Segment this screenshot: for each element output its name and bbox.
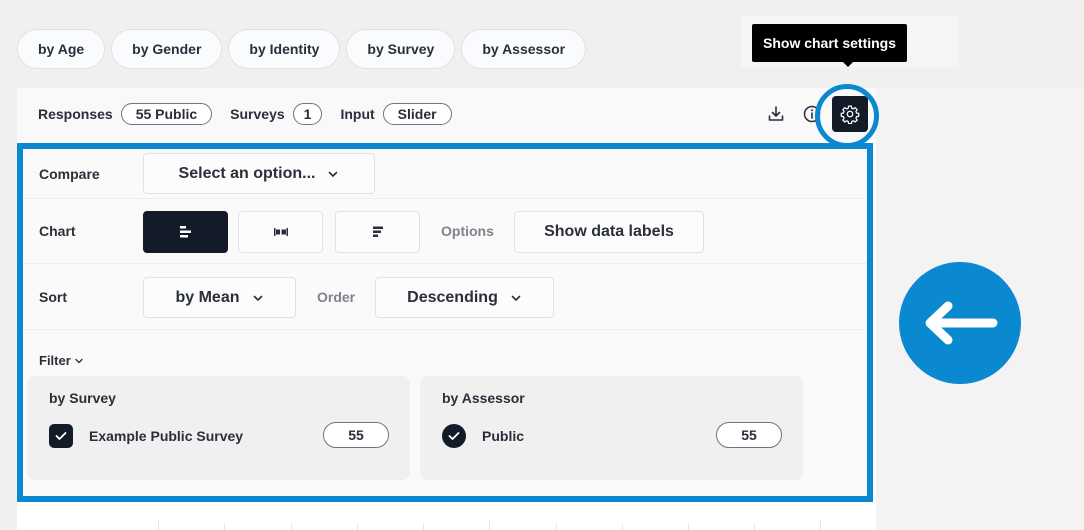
chart-axis-partial — [17, 508, 876, 530]
chevron-down-icon — [329, 171, 338, 177]
axis-tick — [688, 524, 689, 530]
filter-card-assessor: by Assessor Public 55 — [420, 376, 803, 480]
axis-tick — [820, 520, 821, 530]
download-button[interactable] — [762, 100, 790, 128]
filter-option[interactable]: Example Public Survey — [49, 424, 243, 448]
back-arrow-annotation — [899, 262, 1021, 384]
tooltip-arrow — [843, 62, 853, 67]
chart-type-bar-button[interactable] — [143, 211, 228, 253]
chevron-down-icon — [75, 358, 83, 363]
compare-select[interactable]: Select an option... — [143, 153, 375, 194]
responses-badge: 55 Public — [120, 103, 213, 125]
chart-label: Chart — [39, 223, 76, 239]
filter-option-label: Public — [482, 428, 525, 444]
axis-tick — [224, 524, 225, 530]
chart-row: Chart Options Show data labels — [23, 199, 867, 264]
range-chart-icon — [273, 228, 288, 236]
input-badge: Slider — [382, 103, 452, 125]
axis-tick — [423, 524, 424, 530]
axis-tick — [489, 520, 490, 530]
show-data-labels-label: Show data labels — [544, 223, 674, 240]
chevron-down-icon — [253, 295, 262, 301]
tab-by-survey[interactable]: by Survey — [346, 29, 456, 69]
chart-type-stacked-button[interactable] — [335, 211, 420, 253]
compare-row: Compare Select an option... — [23, 149, 867, 199]
filter-option-count: 55 — [323, 422, 389, 448]
order-label: Order — [317, 288, 356, 305]
axis-tick — [754, 524, 755, 530]
tab-by-identity[interactable]: by Identity — [228, 29, 341, 69]
settings-highlight-ring — [815, 84, 879, 148]
filter-card-title: by Assessor — [442, 390, 525, 406]
arrow-left-icon — [925, 301, 998, 345]
filter-option-label: Example Public Survey — [89, 428, 244, 444]
surveys-badge: 1 — [292, 103, 323, 125]
filter-option[interactable]: Public — [442, 424, 524, 448]
check-icon — [448, 432, 460, 440]
filter-card-title: by Survey — [49, 390, 116, 406]
compare-label: Compare — [39, 165, 100, 182]
options-label: Options — [441, 223, 494, 239]
filter-toggle[interactable]: Filter — [39, 353, 84, 368]
filter-option-count: 55 — [716, 422, 782, 448]
order-select[interactable]: Descending — [375, 277, 554, 318]
chart-type-range-button[interactable] — [238, 211, 323, 253]
tab-by-assessor[interactable]: by Assessor — [461, 29, 587, 69]
input-label: Input — [340, 106, 375, 122]
sort-select[interactable]: by Mean — [143, 277, 296, 318]
download-icon — [768, 106, 784, 121]
checkbox-checked[interactable] — [49, 424, 73, 448]
chevron-down-icon — [511, 295, 521, 301]
check-icon — [55, 432, 67, 440]
axis-tick — [556, 524, 557, 530]
summary-bar: Responses 55 Public Surveys 1 Input Slid… — [17, 88, 876, 140]
tab-by-gender[interactable]: by Gender — [111, 29, 223, 69]
axis-tick — [357, 524, 358, 530]
chart-settings-panel: Compare Select an option... Chart Option… — [17, 143, 873, 502]
axis-tick — [291, 524, 292, 530]
stacked-chart-icon — [372, 226, 383, 237]
page: by Age by Gender by Identity by Survey b… — [0, 0, 1084, 530]
show-data-labels-button[interactable]: Show data labels — [514, 211, 704, 253]
tab-by-age[interactable]: by Age — [17, 29, 106, 69]
bar-chart-icon — [179, 226, 191, 238]
order-select-value: Descending — [407, 288, 498, 306]
tooltip: Show chart settings — [752, 24, 908, 62]
axis-tick — [158, 520, 159, 530]
sort-select-value: by Mean — [175, 288, 240, 306]
filter-card-survey: by Survey Example Public Survey 55 — [27, 376, 410, 480]
radio-checked[interactable] — [442, 424, 466, 448]
breakdown-tabs: by Age by Gender by Identity by Survey b… — [17, 29, 587, 69]
sort-row: Sort by Mean Order Descending — [23, 264, 867, 330]
compare-select-value: Select an option... — [178, 164, 316, 182]
responses-label: Responses — [38, 106, 113, 122]
sort-label: Sort — [39, 288, 67, 305]
axis-tick — [622, 524, 623, 530]
surveys-label: Surveys — [230, 106, 285, 122]
filter-label: Filter — [39, 353, 71, 368]
